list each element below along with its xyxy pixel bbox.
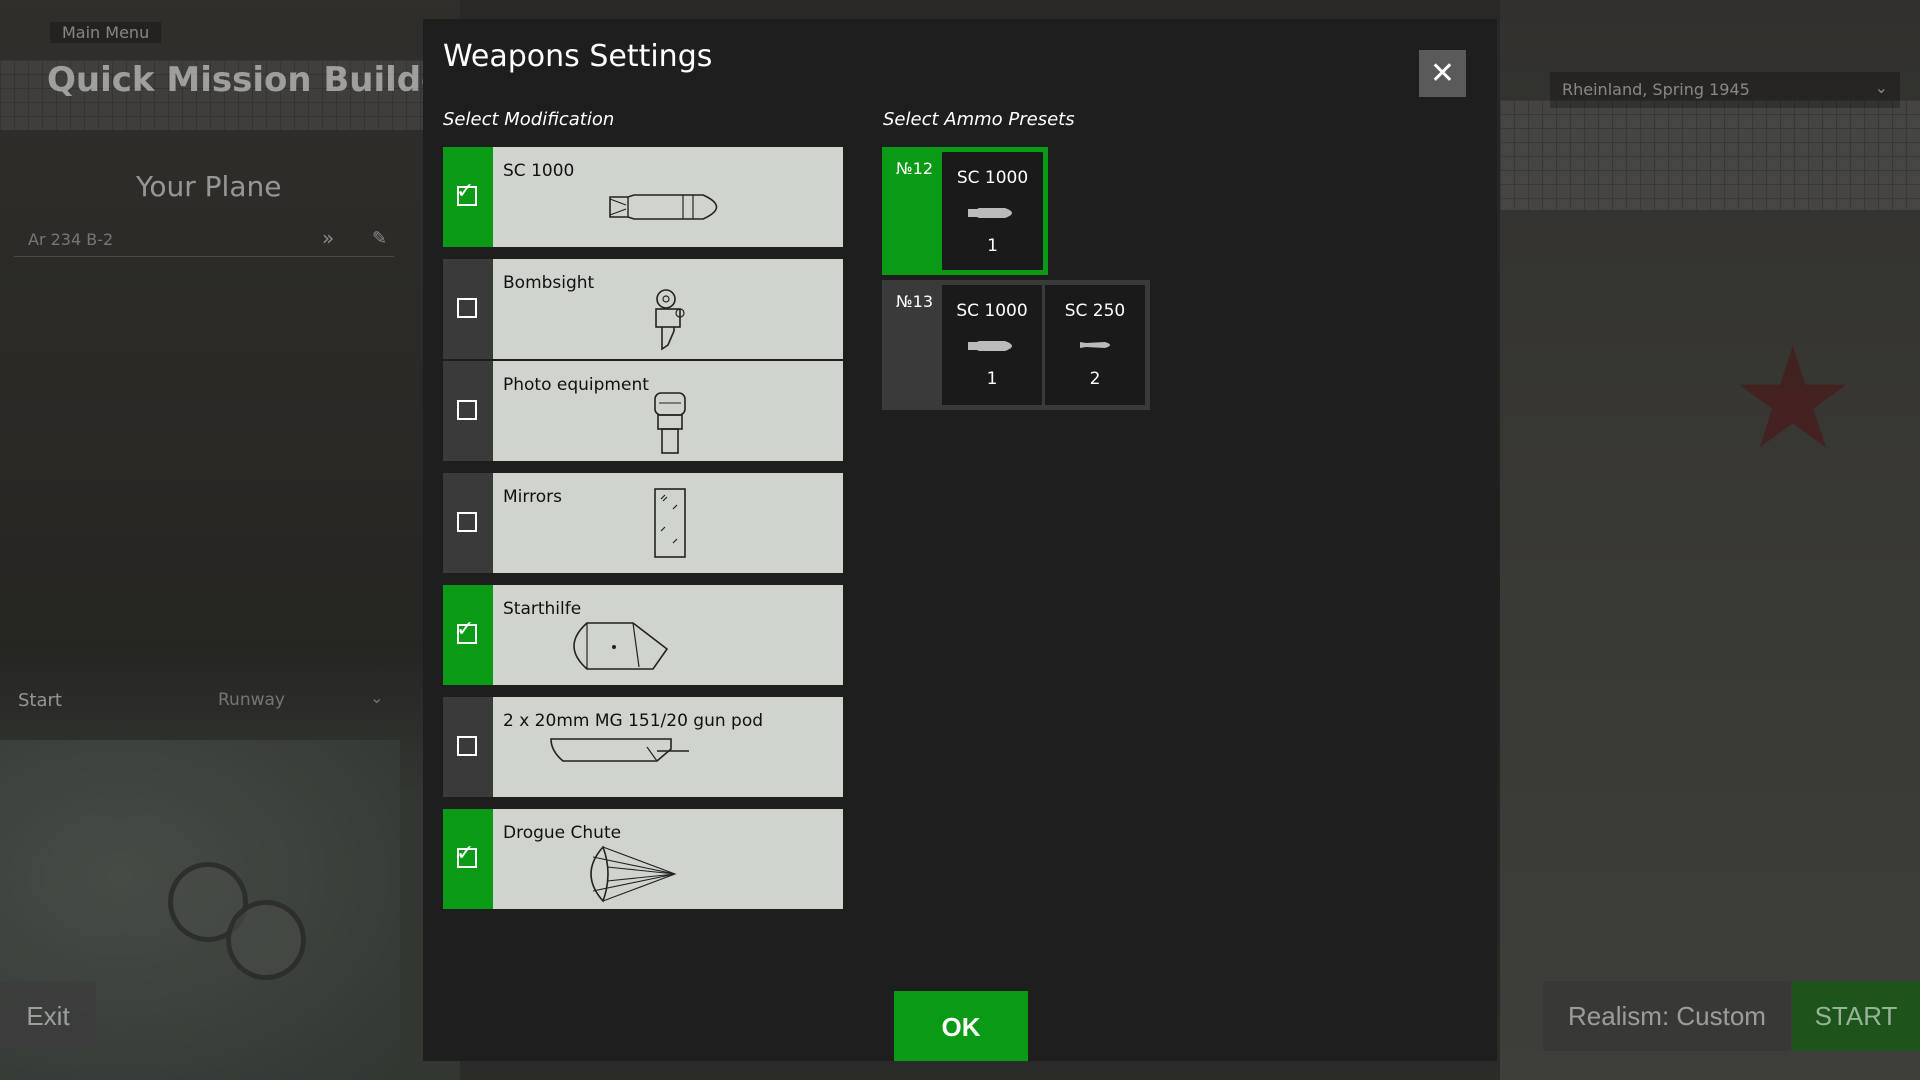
modification-label: Mirrors — [503, 487, 562, 507]
preset-slot: SC 250 2 — [1045, 285, 1145, 405]
modification-bombsight[interactable]: Bombsight — [443, 259, 843, 359]
rocket-pod-icon — [573, 622, 669, 670]
modification-checkbox[interactable]: ✓ — [443, 585, 493, 685]
ammo-count: 1 — [986, 369, 998, 389]
chevron-down-icon: ⌄ — [370, 688, 384, 707]
modification-label: Starthilfe — [503, 599, 582, 619]
checkbox-frame — [457, 400, 477, 420]
checkbox-frame — [457, 512, 477, 532]
select-modification-label: Select Modification — [443, 109, 615, 130]
weapons-settings-dialog: Weapons Settings ✕ Select Modification S… — [423, 19, 1497, 1061]
small-bomb-icon — [1080, 342, 1110, 348]
select-ammo-presets-label: Select Ammo Presets — [883, 109, 1075, 130]
checkmark-icon: ✓ — [456, 617, 475, 642]
app-title: Quick Mission Builder — [47, 60, 461, 100]
preset-slot: SC 1000 1 — [942, 285, 1042, 405]
modification-mirrors[interactable]: Mirrors — [443, 473, 843, 573]
exit-button[interactable]: Exit — [0, 981, 96, 1051]
ammo-name: SC 1000 — [956, 168, 1029, 188]
modification-checkbox[interactable]: ✓ — [443, 809, 493, 909]
ammo-preset-13[interactable]: №13 SC 1000 1 SC 250 2 — [882, 280, 1150, 410]
bombsight-icon — [655, 289, 685, 351]
checkmark-icon: ✓ — [456, 179, 475, 204]
wrench-icon[interactable]: ✎ — [372, 228, 387, 249]
start-select[interactable]: Runway — [218, 690, 285, 710]
plane-name: Ar 234 B-2 — [28, 230, 114, 249]
chevron-down-icon: ⌄ — [1874, 78, 1888, 97]
modification-starthilfe[interactable]: ✓ Starthilfe — [443, 585, 843, 685]
modification-label: Bombsight — [503, 273, 595, 293]
checkbox-frame — [457, 736, 477, 756]
modification-photo-equipment[interactable]: Photo equipment — [443, 361, 843, 461]
checkbox-frame — [457, 298, 477, 318]
modification-checkbox[interactable]: ✓ — [443, 147, 493, 247]
start-label: Start — [18, 690, 62, 711]
modification-gun-pod[interactable]: 2 x 20mm MG 151/20 gun pod — [443, 697, 843, 797]
modification-sc1000[interactable]: ✓ SC 1000 — [443, 147, 843, 247]
ammo-name: SC 1000 — [956, 301, 1028, 321]
map-select[interactable]: Rheinland, Spring 1945 ⌄ — [1550, 72, 1900, 108]
modification-checkbox[interactable] — [443, 697, 493, 797]
preset-number: №13 — [896, 292, 933, 311]
modification-label: Photo equipment — [503, 375, 649, 395]
ammo-preset-12[interactable]: №12 SC 1000 1 — [882, 147, 1048, 275]
checkmark-icon: ✓ — [456, 841, 475, 866]
close-button[interactable]: ✕ — [1419, 50, 1466, 97]
realism-button[interactable]: Realism: Custom — [1543, 981, 1791, 1051]
double-chevron-right-icon[interactable]: » — [322, 226, 334, 250]
modification-drogue-chute[interactable]: ✓ Drogue Chute — [443, 809, 843, 909]
bomb-icon — [609, 194, 718, 220]
preset-slot: SC 1000 1 — [942, 152, 1043, 270]
parachute-icon — [590, 845, 677, 903]
bomb-icon — [968, 208, 1012, 218]
start-button[interactable]: START — [1792, 981, 1920, 1051]
modification-label: 2 x 20mm MG 151/20 gun pod — [503, 711, 764, 731]
dialog-title: Weapons Settings — [443, 39, 713, 74]
modification-checkbox[interactable] — [443, 259, 493, 359]
map-select-value: Rheinland, Spring 1945 — [1562, 80, 1750, 99]
your-plane-heading: Your Plane — [136, 170, 282, 203]
ammo-count: 1 — [987, 236, 998, 256]
modification-checkbox[interactable] — [443, 361, 493, 461]
gun-pod-icon — [550, 738, 689, 762]
modification-checkbox[interactable] — [443, 473, 493, 573]
camera-icon — [654, 392, 686, 454]
ammo-name: SC 250 — [1064, 301, 1126, 321]
mirror-icon — [654, 488, 686, 558]
breadcrumb-main-menu[interactable]: Main Menu — [50, 22, 162, 43]
preset-number: №12 — [896, 159, 933, 178]
modification-label: SC 1000 — [503, 161, 575, 181]
ammo-count: 2 — [1089, 369, 1101, 389]
bomb-icon — [968, 341, 1012, 351]
modification-label: Drogue Chute — [503, 823, 622, 843]
ok-button[interactable]: OK — [894, 991, 1028, 1061]
close-icon: ✕ — [1429, 56, 1456, 91]
